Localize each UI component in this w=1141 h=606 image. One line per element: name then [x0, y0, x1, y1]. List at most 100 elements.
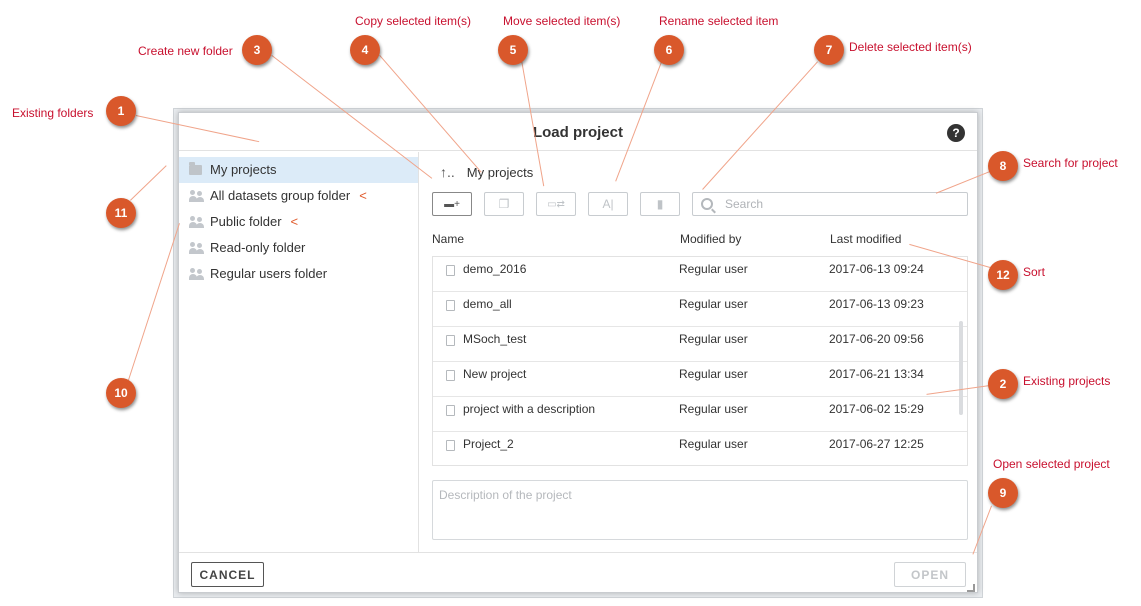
cell-last-modified: 2017-06-20 09:56 [829, 332, 924, 346]
folder-item-4[interactable]: Regular users folder [179, 261, 418, 287]
cell-name: demo_all [463, 297, 512, 311]
shared-chevron-icon: < [290, 214, 299, 229]
callout-label-1: Existing folders [12, 106, 94, 120]
cell-last-modified: 2017-06-02 15:29 [829, 402, 924, 416]
folder-item-2[interactable]: Public folder < [179, 209, 418, 235]
callout-badge-8: 8 [988, 151, 1018, 181]
up-folder-icon[interactable]: ↑.. [440, 164, 455, 180]
folder-tree: My projects All datasets group folder < Pub… [179, 152, 419, 552]
move-icon: ▭⇄ [547, 198, 565, 210]
folder-label: All datasets group folder [210, 188, 351, 203]
table-scrollbar[interactable] [959, 321, 963, 415]
column-header-last-modified[interactable]: Last modified [830, 232, 901, 246]
folder-item-1[interactable]: All datasets group folder < [179, 183, 418, 209]
copy-button[interactable]: ❐ [484, 192, 524, 216]
table-row[interactable]: project with a description Regular user 20… [433, 397, 967, 432]
file-icon [446, 405, 455, 416]
rename-button[interactable]: A| [588, 192, 628, 216]
cell-last-modified: 2017-06-13 09:23 [829, 297, 924, 311]
callout-badge-12: 12 [988, 260, 1018, 290]
folder-item-0[interactable]: My projects [179, 157, 418, 183]
cell-name: New project [463, 367, 527, 381]
load-project-dialog: Load project ? My projects All datasets g… [178, 112, 978, 593]
cell-last-modified: 2017-06-13 09:24 [829, 262, 924, 276]
cell-modified-by: Regular user [679, 367, 748, 381]
callout-badge-11: 11 [106, 198, 136, 228]
callout-badge-2: 2 [988, 369, 1018, 399]
callout-badge-6: 6 [654, 35, 684, 65]
dialog-title: Load project [179, 113, 977, 151]
callout-line-11 [130, 165, 167, 201]
group-folder-icon [189, 190, 205, 202]
callout-badge-4: 4 [350, 35, 380, 65]
folder-item-3[interactable]: Read-only folder [179, 235, 418, 261]
callout-badge-9: 9 [988, 478, 1018, 508]
callout-label-9: Open selected project [993, 457, 1110, 471]
group-folder-icon [189, 216, 205, 228]
cell-modified-by: Regular user [679, 402, 748, 416]
group-folder-icon [189, 242, 205, 254]
cell-last-modified: 2017-06-21 13:34 [829, 367, 924, 381]
cell-modified-by: Regular user [679, 437, 748, 451]
file-icon [446, 300, 455, 311]
move-button[interactable]: ▭⇄ [536, 192, 576, 216]
callout-badge-7: 7 [814, 35, 844, 65]
delete-button[interactable]: ▮ [640, 192, 680, 216]
column-header-name[interactable]: Name [432, 232, 464, 246]
create-folder-button[interactable]: ▬+ [432, 192, 472, 216]
description-field[interactable]: Description of the project [432, 480, 968, 540]
project-table: demo_2016 Regular user 2017-06-13 09:24 dem… [432, 256, 968, 466]
callout-label-4: Copy selected item(s) [355, 14, 472, 28]
folder-icon [189, 162, 202, 175]
file-icon [446, 265, 455, 276]
file-icon [446, 440, 455, 451]
folder-label: Regular users folder [210, 266, 328, 281]
search-icon [701, 198, 713, 210]
callout-badge-10: 10 [106, 378, 136, 408]
group-folder-icon [189, 268, 205, 280]
callout-label-6: Rename selected item [659, 14, 779, 28]
project-browser: ↑.. My projects ▬+ ❐ ▭⇄ A| ▮ Name Modifi… [420, 152, 977, 552]
cell-modified-by: Regular user [679, 297, 748, 311]
cell-name: demo_2016 [463, 262, 527, 276]
search-input[interactable] [723, 196, 943, 212]
cell-last-modified: 2017-06-27 12:25 [829, 437, 924, 451]
callout-label-3: Create new folder [138, 44, 233, 58]
file-icon [446, 335, 455, 346]
callout-label-7: Delete selected item(s) [849, 40, 972, 54]
search-box[interactable] [692, 192, 968, 216]
rename-icon: A| [602, 197, 614, 211]
folder-label: Read-only folder [210, 240, 306, 255]
new-folder-icon: ▬+ [444, 198, 460, 210]
cancel-button[interactable]: CANCEL [191, 562, 264, 587]
table-row[interactable]: Project_2 Regular user 2017-06-27 12:25 [433, 432, 967, 465]
copy-icon: ❐ [498, 197, 510, 211]
cell-name: Project_2 [463, 437, 514, 451]
open-button[interactable]: OPEN [894, 562, 966, 587]
shared-chevron-icon: < [359, 188, 367, 203]
callout-badge-3: 3 [242, 35, 272, 65]
callout-label-5: Move selected item(s) [503, 14, 621, 28]
table-row[interactable]: demo_2016 Regular user 2017-06-13 09:24 [433, 257, 967, 292]
trash-icon: ▮ [656, 197, 664, 211]
cell-name: project with a description [463, 402, 596, 416]
callout-label-12: Sort [1023, 265, 1046, 279]
callout-badge-5: 5 [498, 35, 528, 65]
resize-grip-icon[interactable] [967, 584, 975, 592]
breadcrumb: ↑.. My projects [440, 164, 533, 180]
callout-badge-1: 1 [106, 96, 136, 126]
dialog-footer: CANCEL OPEN [179, 552, 977, 594]
column-header-modified-by[interactable]: Modified by [680, 232, 741, 246]
help-icon[interactable]: ? [947, 124, 965, 142]
table-row[interactable]: demo_all Regular user 2017-06-13 09:23 [433, 292, 967, 327]
cell-name: MSoch_test [463, 332, 527, 346]
table-row[interactable]: MSoch_test Regular user 2017-06-20 09:56 [433, 327, 967, 362]
folder-label: Public folder [210, 214, 282, 229]
cell-modified-by: Regular user [679, 262, 748, 276]
cell-modified-by: Regular user [679, 332, 748, 346]
file-icon [446, 370, 455, 381]
table-row[interactable]: New project Regular user 2017-06-21 13:34 [433, 362, 967, 397]
folder-label: My projects [210, 162, 277, 177]
callout-label-8: Search for project [1023, 156, 1118, 170]
callout-label-2: Existing projects [1023, 374, 1111, 388]
